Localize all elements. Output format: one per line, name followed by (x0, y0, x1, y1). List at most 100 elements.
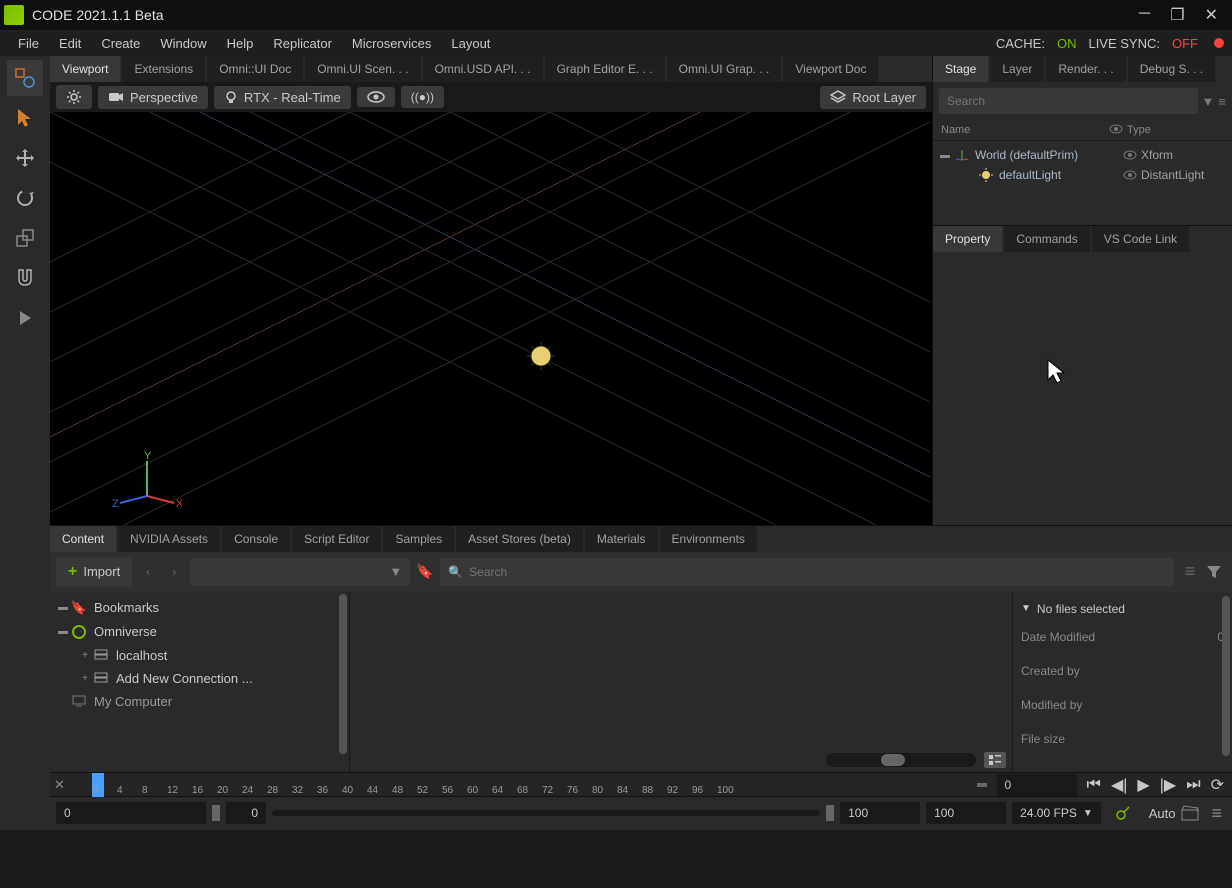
tab-debug[interactable]: Debug S. . . (1128, 56, 1215, 82)
step-forward-button[interactable]: |▶ (1160, 775, 1176, 795)
tab-layer[interactable]: Layer (990, 56, 1044, 82)
timeline-ruler[interactable]: ✕ 04812162024283236404448525660646872768… (50, 773, 1232, 797)
menu-create[interactable]: Create (91, 36, 150, 51)
minimize-button[interactable]: ─ (1139, 5, 1150, 25)
nav-forward[interactable]: › (164, 564, 184, 579)
zoom-out-icon[interactable] (977, 783, 987, 787)
loop-button[interactable]: ⟳ (1211, 775, 1224, 795)
tool-select[interactable] (7, 60, 43, 96)
range-track[interactable] (272, 810, 820, 816)
nav-my-computer[interactable]: My Computer (50, 690, 349, 713)
nav-bookmarks[interactable]: ▬ 🔖 Bookmarks (50, 596, 349, 620)
range-end-input[interactable] (840, 802, 920, 824)
light-gizmo[interactable] (525, 340, 557, 372)
maximize-button[interactable]: ❐ (1170, 5, 1184, 25)
eye-icon[interactable] (1123, 170, 1141, 180)
auto-label[interactable]: Auto (1149, 806, 1176, 821)
tree-row-light[interactable]: defaultLight DistantLight (933, 165, 1232, 185)
viewport-settings-button[interactable] (56, 85, 92, 109)
tab-script-editor[interactable]: Script Editor (292, 526, 381, 552)
viewport-canvas[interactable]: X Y Z (50, 112, 932, 525)
expand-icon[interactable]: + (78, 650, 92, 661)
nav-back[interactable]: ‹ (138, 564, 158, 579)
tab-environments[interactable]: Environments (660, 526, 757, 552)
play-button[interactable]: ▶ (1137, 775, 1149, 795)
tab-asset-stores[interactable]: Asset Stores (beta) (456, 526, 583, 552)
tool-cursor[interactable] (7, 100, 43, 136)
fps-select[interactable]: 24.00 FPS ▼ (1012, 802, 1101, 824)
tab-content[interactable]: Content (50, 526, 116, 552)
end2-input[interactable] (926, 802, 1006, 824)
expand-icon[interactable]: + (78, 673, 92, 684)
range-start-input[interactable] (56, 802, 206, 824)
content-search-input[interactable] (469, 565, 1166, 579)
thumbnail-zoom-slider[interactable] (826, 753, 976, 767)
tab-stage[interactable]: Stage (933, 56, 988, 82)
tree-row-world[interactable]: ▬ World (defaultPrim) Xform (933, 145, 1232, 165)
tab-samples[interactable]: Samples (383, 526, 454, 552)
step-back-button[interactable]: ◀| (1111, 775, 1127, 795)
menu-layout[interactable]: Layout (441, 36, 500, 51)
camera-select[interactable]: Perspective (98, 86, 208, 109)
import-button[interactable]: + Import (56, 557, 132, 587)
tab-omni-ui-doc[interactable]: Omni::UI Doc (207, 56, 303, 82)
stage-search-input[interactable] (939, 88, 1198, 114)
root-layer-button[interactable]: Root Layer (820, 86, 926, 109)
skip-end-button[interactable]: ⏭ (1186, 776, 1200, 794)
content-grid[interactable] (350, 592, 1012, 772)
tab-omni-usd-api[interactable]: Omni.USD API. . . (423, 56, 543, 82)
close-button[interactable]: ✕ (1205, 5, 1218, 25)
tab-render[interactable]: Render. . . (1046, 56, 1125, 82)
tab-omni-ui-scene[interactable]: Omni.UI Scen. . . (305, 56, 420, 82)
collapse-icon[interactable]: ▬ (56, 602, 70, 613)
axis-gizmo[interactable]: X Y Z (112, 451, 182, 511)
options-icon[interactable]: ≡ (1218, 94, 1226, 109)
timeline-options-icon[interactable]: ≡ (1211, 803, 1222, 824)
filter-button[interactable] (1206, 565, 1226, 579)
details-header[interactable]: ▼ No files selected (1013, 598, 1232, 620)
eye-icon[interactable] (1123, 150, 1141, 160)
tab-viewport[interactable]: Viewport (50, 56, 120, 82)
tab-materials[interactable]: Materials (585, 526, 658, 552)
scrollbar-thumb[interactable] (1222, 596, 1230, 756)
content-search[interactable]: 🔍 (440, 558, 1174, 586)
tab-property[interactable]: Property (933, 226, 1002, 252)
tab-vscode[interactable]: VS Code Link (1092, 226, 1189, 252)
tab-commands[interactable]: Commands (1004, 226, 1089, 252)
bookmark-button[interactable]: 🔖 (416, 563, 434, 580)
tab-graph-editor[interactable]: Graph Editor E. . . (545, 56, 665, 82)
range-handle-start[interactable] (212, 805, 220, 821)
menu-microservices[interactable]: Microservices (342, 36, 441, 51)
nav-add-connection[interactable]: + Add New Connection ... (50, 667, 349, 690)
tab-extensions[interactable]: Extensions (122, 56, 205, 82)
tab-console[interactable]: Console (222, 526, 290, 552)
nav-localhost[interactable]: + localhost (50, 644, 349, 667)
tool-move[interactable] (7, 140, 43, 176)
nav-omniverse[interactable]: ▬ Omniverse (50, 620, 349, 644)
tool-rotate[interactable] (7, 180, 43, 216)
view-options[interactable]: ≡ (1180, 561, 1200, 582)
expand-icon[interactable]: ▬ (939, 150, 951, 161)
start2-input[interactable] (226, 802, 266, 824)
streaming-toggle[interactable]: ((●)) (401, 86, 444, 108)
menu-replicator[interactable]: Replicator (263, 36, 342, 51)
view-mode-button[interactable] (984, 752, 1006, 768)
skip-start-button[interactable]: ⏮ (1087, 776, 1101, 794)
tab-nvidia-assets[interactable]: NVIDIA Assets (118, 526, 220, 552)
tab-omni-ui-graph[interactable]: Omni.UI Grap. . . (667, 56, 782, 82)
menu-file[interactable]: File (8, 36, 49, 51)
tool-play[interactable] (7, 300, 43, 336)
visibility-toggle[interactable] (357, 87, 395, 107)
tool-scale[interactable] (7, 220, 43, 256)
tab-viewport-doc[interactable]: Viewport Doc (783, 56, 878, 82)
menu-help[interactable]: Help (217, 36, 264, 51)
filter-icon[interactable]: ▼ (1202, 94, 1215, 109)
tool-snap[interactable] (7, 260, 43, 296)
scrollbar-thumb[interactable] (339, 594, 347, 754)
menu-edit[interactable]: Edit (49, 36, 91, 51)
clapperboard-icon[interactable] (1181, 805, 1199, 821)
renderer-select[interactable]: RTX - Real-Time (214, 86, 351, 109)
range-handle-end[interactable] (826, 805, 834, 821)
timeline-close-icon[interactable]: ✕ (54, 777, 65, 793)
menu-window[interactable]: Window (150, 36, 216, 51)
